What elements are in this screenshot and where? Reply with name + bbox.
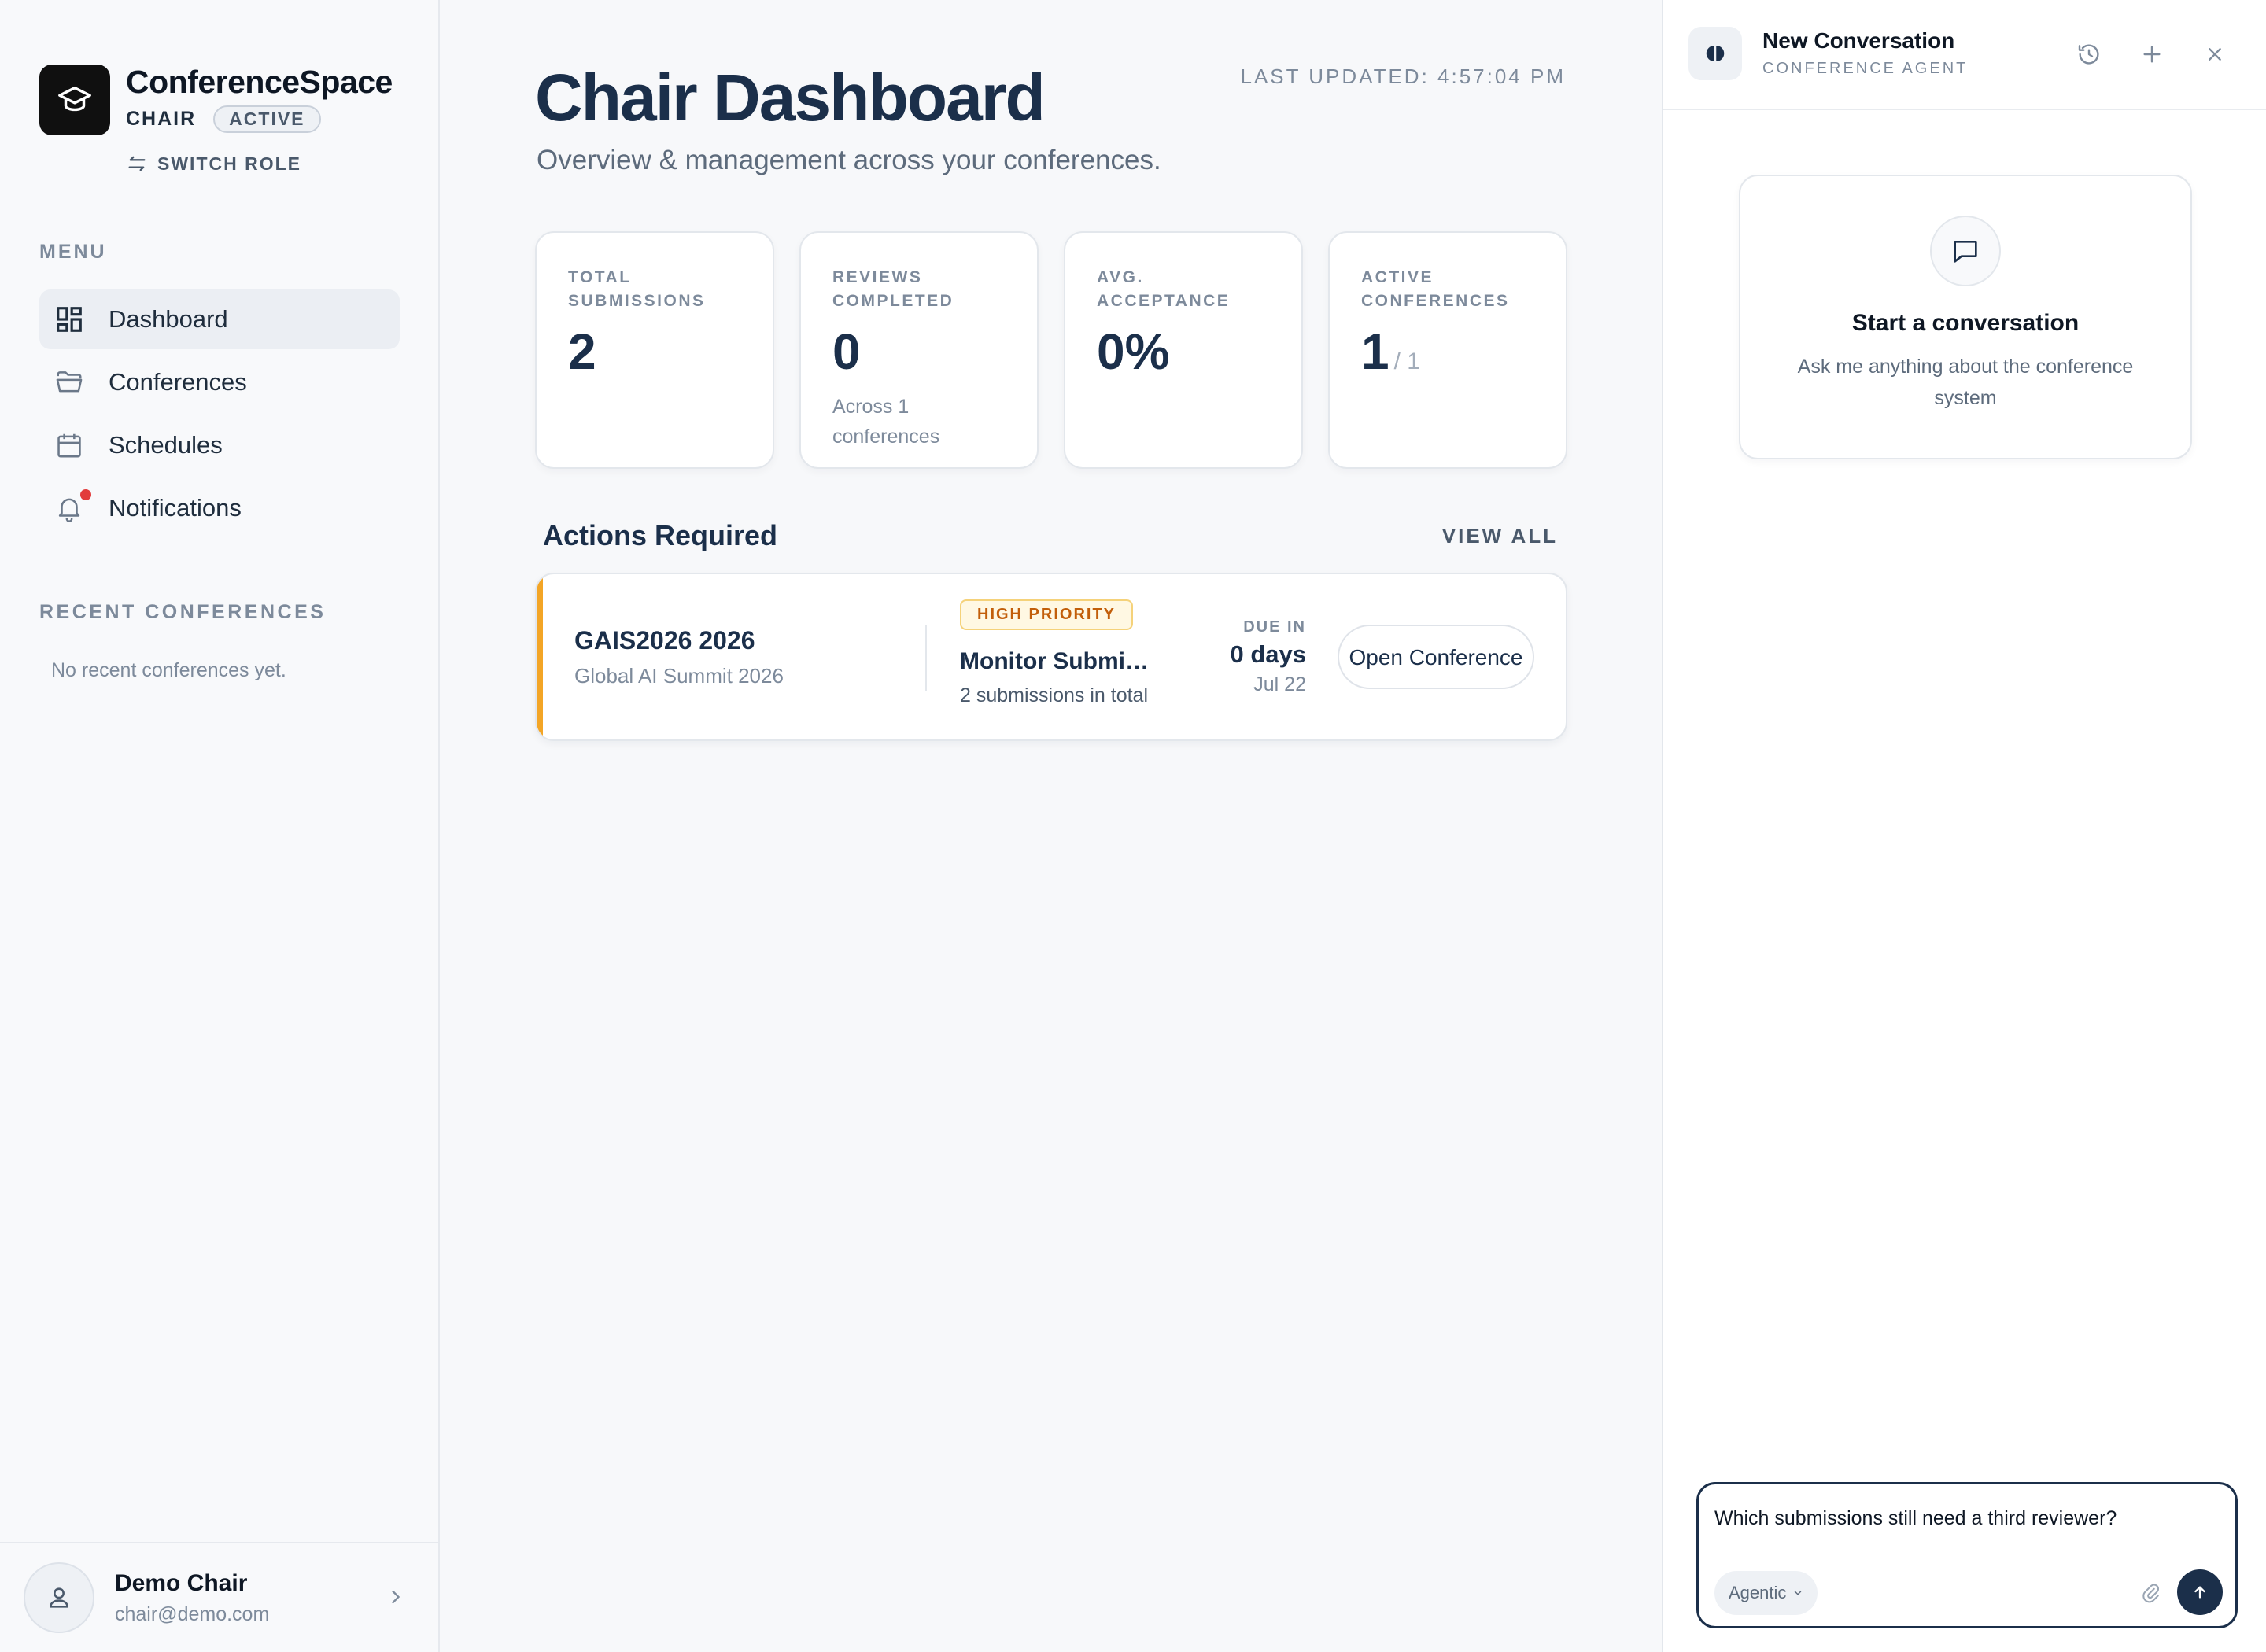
- close-icon: [2209, 48, 2221, 61]
- actions-required-title: Actions Required: [543, 519, 778, 551]
- main-content: Chair Dashboard Overview & management ac…: [441, 0, 1660, 1652]
- chevron-down-icon: [1795, 1591, 1802, 1595]
- new-conversation-button[interactable]: [2137, 39, 2167, 69]
- sidebar-item-label: Notifications: [109, 494, 242, 522]
- last-updated: LAST UPDATED: 4:57:04 PM: [1240, 65, 1566, 88]
- action-item: GAIS2026 2026 Global AI Summit 2026 HIGH…: [535, 573, 1567, 741]
- sidebar-nav: Dashboard Conferences Schedules Notifica…: [39, 289, 400, 541]
- mode-label: Agentic: [1729, 1583, 1787, 1602]
- brand-name: ConferenceSpace: [126, 64, 393, 100]
- stat-label: AVG.: [1097, 268, 1144, 286]
- chat-bubble-icon: [1930, 216, 2001, 286]
- folder-icon: [54, 367, 85, 398]
- sidebar: ConferenceSpace CHAIR ACTIVE SWITCH ROLE…: [0, 0, 440, 1652]
- history-button[interactable]: [2074, 39, 2104, 69]
- priority-badge: HIGH PRIORITY: [960, 599, 1134, 630]
- action-detail: 2 submissions in total: [960, 684, 1149, 706]
- chat-input[interactable]: [1714, 1499, 2218, 1538]
- stat-card-active-conferences: ACTIVE CONFERENCES 1/ 1: [1328, 231, 1567, 469]
- user-menu[interactable]: Demo Chair chair@demo.com: [0, 1542, 438, 1652]
- graduation-cap-icon: [39, 65, 110, 135]
- conference-name: Global AI Summit 2026: [574, 664, 784, 688]
- empty-state-card: Start a conversation Ask me anything abo…: [1739, 175, 2192, 459]
- page-subtitle: Overview & management across your confer…: [537, 145, 1161, 175]
- role-label: CHAIR: [126, 108, 197, 130]
- stat-value: 0%: [1097, 323, 1170, 380]
- stat-label: CONFERENCES: [1361, 292, 1510, 310]
- stat-suffix: / 1: [1393, 348, 1420, 374]
- page-title: Chair Dashboard: [535, 61, 1046, 135]
- empty-state-title: Start a conversation: [1851, 310, 2080, 336]
- due-label: DUE IN: [1243, 618, 1306, 636]
- plus-icon: [2143, 46, 2161, 63]
- priority-accent-bar: [537, 574, 543, 739]
- stat-label: ACCEPTANCE: [1097, 292, 1231, 310]
- calendar-icon: [54, 430, 85, 461]
- avatar: [24, 1562, 94, 1633]
- sidebar-item-schedules[interactable]: Schedules: [39, 415, 400, 475]
- action-task: Monitor Submissions: [960, 648, 1149, 674]
- stat-value: 0: [832, 323, 861, 380]
- sidebar-item-label: Dashboard: [109, 305, 228, 333]
- stat-card-avg-acceptance: AVG. ACCEPTANCE 0%: [1064, 231, 1303, 469]
- chat-title: New Conversation: [1762, 28, 1955, 53]
- open-conference-button[interactable]: Open Conference: [1338, 625, 1534, 689]
- menu-heading: MENU: [39, 241, 107, 263]
- sidebar-item-notifications[interactable]: Notifications: [39, 478, 400, 538]
- switch-arrows-icon: [128, 156, 146, 171]
- recent-conferences-empty: No recent conferences yet.: [51, 659, 286, 681]
- sidebar-item-label: Schedules: [109, 431, 223, 459]
- chat-panel: New Conversation CONFERENCE AGENT Start …: [1662, 0, 2266, 1652]
- stat-label: COMPLETED: [832, 292, 954, 310]
- stat-label: ACTIVE: [1361, 268, 1434, 286]
- stat-note: Across 1 conferences: [832, 396, 940, 448]
- mode-selector[interactable]: Agentic: [1714, 1571, 1818, 1615]
- sidebar-item-label: Conferences: [109, 368, 247, 396]
- stat-card-total-submissions: TOTAL SUBMISSIONS 2: [535, 231, 774, 469]
- unread-dot: [80, 489, 91, 500]
- paperclip-icon[interactable]: [2139, 1582, 2163, 1606]
- chat-composer: Agentic: [1696, 1482, 2238, 1628]
- divider: [925, 625, 927, 691]
- stat-label: SUBMISSIONS: [568, 292, 706, 310]
- stat-label: REVIEWS: [832, 268, 923, 286]
- due-date: Jul 22: [1253, 673, 1306, 695]
- send-button[interactable]: [2177, 1569, 2223, 1615]
- role-status-badge: ACTIVE: [213, 105, 321, 133]
- user-name: Demo Chair: [115, 1569, 248, 1596]
- conference-code: GAIS2026 2026: [574, 626, 755, 655]
- stat-value: 2: [568, 323, 596, 380]
- switch-role-button[interactable]: SWITCH ROLE: [126, 153, 301, 175]
- chat-subtitle: CONFERENCE AGENT: [1762, 60, 1969, 77]
- agent-icon: [1688, 27, 1742, 80]
- chat-header: New Conversation CONFERENCE AGENT: [1663, 0, 2266, 110]
- switch-role-label: SWITCH ROLE: [157, 153, 301, 174]
- stat-value: 1: [1361, 323, 1389, 380]
- stat-card-reviews-completed: REVIEWS COMPLETED 0 Across 1 conferences: [799, 231, 1039, 469]
- user-icon: [50, 1587, 68, 1608]
- close-chat-button[interactable]: [2200, 39, 2230, 69]
- stats-row: TOTAL SUBMISSIONS 2 REVIEWS COMPLETED 0 Ac…: [535, 231, 1567, 469]
- recent-conferences-heading: RECENT CONFERENCES: [39, 601, 327, 623]
- brand: ConferenceSpace CHAIR ACTIVE: [39, 65, 393, 135]
- dashboard-icon: [54, 304, 85, 335]
- chevron-right-icon: [392, 1590, 400, 1604]
- arrow-up-icon: [2194, 1586, 2205, 1599]
- sidebar-item-dashboard[interactable]: Dashboard: [39, 289, 400, 349]
- sidebar-item-conferences[interactable]: Conferences: [39, 352, 400, 412]
- view-all-link[interactable]: VIEW ALL: [1442, 524, 1558, 548]
- due-value: 0 days: [1230, 640, 1306, 668]
- history-icon: [2078, 44, 2099, 65]
- user-email: chair@demo.com: [115, 1602, 270, 1625]
- bell-icon: [54, 489, 91, 524]
- stat-label: TOTAL: [568, 268, 632, 286]
- empty-state-text: Ask me anything about the conference sys…: [1797, 356, 2134, 409]
